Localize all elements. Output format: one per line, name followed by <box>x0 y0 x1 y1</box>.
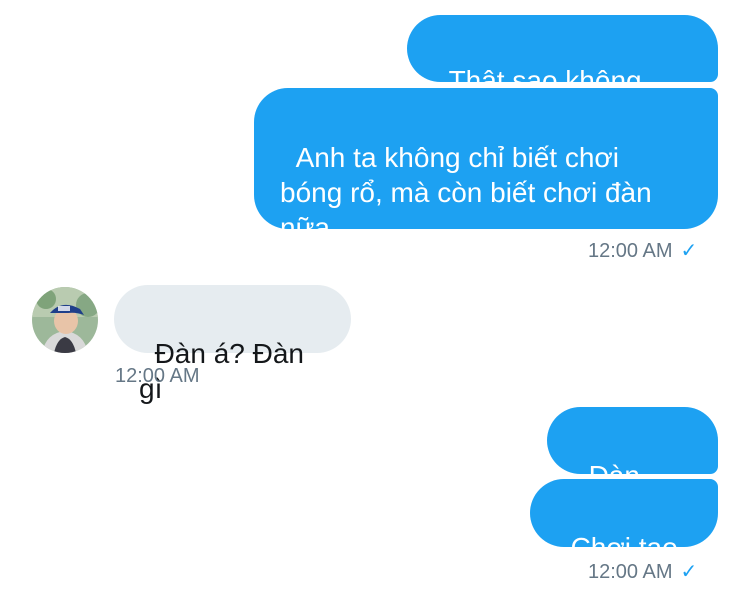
avatar[interactable] <box>32 287 98 353</box>
timestamp-text: 12:00 AM <box>115 365 200 387</box>
message-timestamp: 12:00 AM ✓ <box>588 239 728 263</box>
checkmark-icon: ✓ <box>680 240 698 262</box>
timestamp-text: 12:00 AM <box>588 561 673 583</box>
message-bubble-outgoing[interactable]: Thật sao không <box>407 15 718 165</box>
message-bubble-outgoing[interactable]: Chơi tao á <box>530 479 718 598</box>
message-timestamp: 12:00 AM ✓ <box>588 560 728 584</box>
message-bubble-incoming[interactable]: Đàn á? Đàn gì <box>114 285 351 404</box>
message-text: Anh ta không chỉ biết chơi bóng rổ, mà c… <box>280 142 652 243</box>
message-bubble-outgoing[interactable]: Anh ta không chỉ biết chơi bóng rổ, mà c… <box>254 88 718 243</box>
message-timestamp: 12:00 AM <box>115 364 200 388</box>
checkmark-icon: ✓ <box>680 561 698 583</box>
message-bubble-outgoing[interactable]: Đàn ông <box>547 407 718 526</box>
timestamp-text: 12:00 AM <box>588 240 673 262</box>
